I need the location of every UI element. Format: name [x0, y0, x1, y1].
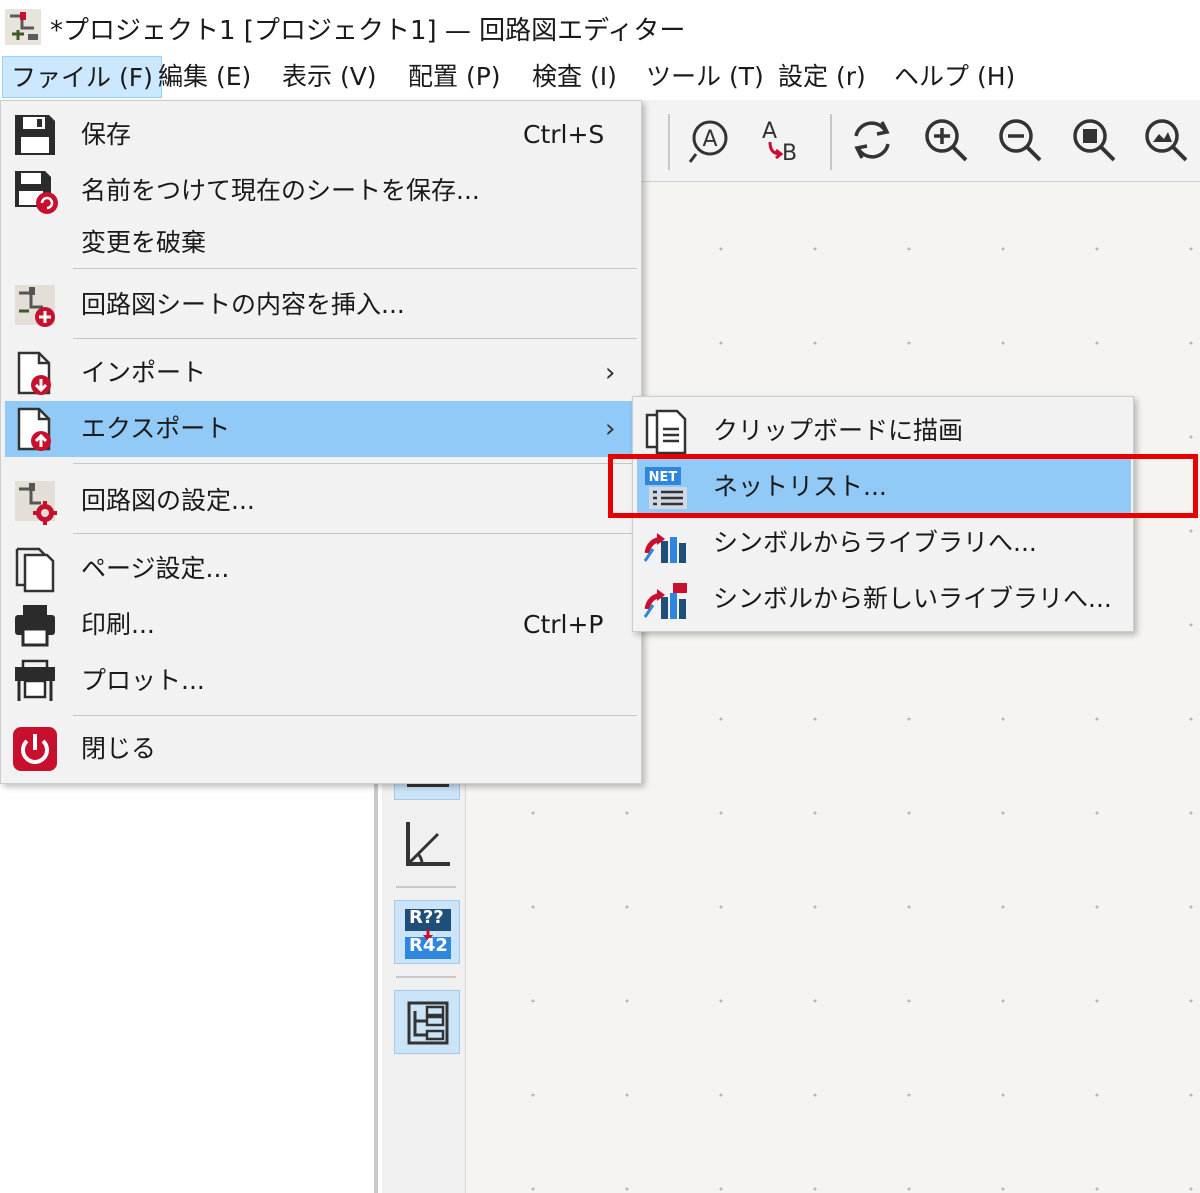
menu-view[interactable]: 表示 (V) — [274, 56, 385, 98]
menu-item-label: クリップボードに描画 — [713, 416, 964, 445]
file-menu-item-insert-sheet[interactable]: 回路図シートの内容を挿入... — [5, 277, 639, 333]
insert-sheet-icon — [15, 285, 55, 327]
menu-item-label: インポート — [81, 358, 207, 387]
import-icon — [17, 351, 51, 395]
hierarchy-icon — [407, 1001, 449, 1045]
file-menu-item-export[interactable]: エクスポート › — [5, 401, 639, 457]
clipboard-icon — [645, 409, 687, 455]
power-icon — [13, 727, 57, 771]
menu-help[interactable]: ヘルプ (H) — [886, 56, 1023, 98]
svg-text:B: B — [782, 141, 797, 166]
menu-inspect[interactable]: 検査 (I) — [524, 56, 625, 98]
symbol-library-icon — [643, 533, 686, 563]
file-menu: 保存 Ctrl+S 名前をつけて現在のシートを保存... 変更を破棄 回路図シー… — [0, 100, 642, 784]
file-menu-item-import[interactable]: インポート › — [5, 345, 639, 401]
file-menu-item-save-as[interactable]: 名前をつけて現在のシートを保存... — [5, 163, 639, 219]
file-menu-item-page-setup[interactable]: ページ設定... — [5, 541, 639, 597]
export-submenu-item-netlist[interactable]: NET ネットリスト... — [637, 459, 1131, 515]
export-submenu-item-symbols-to-library[interactable]: シンボルからライブラリへ... — [637, 515, 1131, 571]
menu-item-label: シンボルから新しいライブラリへ... — [713, 584, 1112, 613]
export-submenu-item-clipboard[interactable]: クリップボードに描画 — [637, 403, 1131, 459]
window-title: *プロジェクト1 [プロジェクト1] — 回路図エディター — [50, 16, 686, 46]
zoom-in-icon[interactable] — [920, 114, 972, 166]
menu-item-shortcut: Ctrl+S — [523, 120, 605, 149]
export-submenu: クリップボードに描画 NET ネットリスト... シンボルからライブラリへ... — [632, 396, 1134, 632]
eeschema-app-icon — [5, 9, 41, 45]
annotate-icon[interactable]: A — [684, 114, 736, 166]
menu-item-label: 回路図シートの内容を挿入... — [81, 290, 405, 319]
submenu-arrow-icon: › — [605, 358, 616, 388]
refresh-icon[interactable] — [846, 114, 898, 166]
schematic-settings-icon — [15, 481, 57, 525]
angle-tool-button[interactable] — [394, 812, 460, 876]
menu-item-label: 閉じる — [81, 734, 157, 763]
export-icon — [17, 407, 51, 451]
menu-item-label: 印刷... — [81, 610, 155, 639]
plot-icon — [15, 659, 55, 701]
toolbar-separator — [668, 114, 670, 170]
zoom-fit-icon[interactable] — [1068, 114, 1120, 166]
annotation-label-bottom: R42 — [409, 935, 448, 956]
toolbar-separator — [830, 114, 832, 170]
file-menu-item-print[interactable]: 印刷... Ctrl+P — [5, 597, 639, 653]
svg-text:A: A — [702, 127, 717, 152]
zoom-objects-icon[interactable] — [1140, 114, 1192, 166]
menu-place[interactable]: 配置 (P) — [400, 56, 509, 98]
toolbar-separator — [396, 976, 456, 978]
menu-edit[interactable]: 編集 (E) — [150, 56, 259, 98]
save-as-icon — [15, 171, 58, 214]
edit-symbol-fields-icon[interactable]: A B — [754, 114, 806, 166]
file-menu-item-plot[interactable]: プロット... — [5, 653, 639, 709]
hierarchy-navigator-button[interactable] — [394, 990, 460, 1054]
file-menu-item-revert[interactable]: 変更を破棄 — [5, 215, 639, 271]
annotate-toggle-button[interactable]: R?? R42 — [394, 900, 460, 964]
menu-separator — [73, 533, 637, 534]
menu-separator — [73, 338, 637, 339]
menu-item-label: ページ設定... — [81, 554, 230, 583]
svg-text:NET: NET — [649, 470, 678, 485]
menu-tools[interactable]: ツール (T) — [638, 56, 772, 98]
main-toolbar: A A B — [640, 100, 1200, 182]
menu-separator — [73, 463, 637, 464]
title-bar: *プロジェクト1 [プロジェクト1] — 回路図エディター — [0, 0, 1200, 52]
menu-item-label: 保存 — [81, 120, 132, 149]
submenu-arrow-icon: › — [605, 414, 616, 444]
file-menu-item-schematic-setup[interactable]: 回路図の設定... — [5, 473, 639, 529]
netlist-icon: NET — [645, 467, 687, 509]
menu-item-label: 変更を破棄 — [81, 228, 207, 257]
menu-item-label: 回路図の設定... — [81, 486, 255, 515]
page-setup-icon — [15, 547, 55, 593]
print-icon — [15, 605, 55, 647]
menu-item-shortcut: Ctrl+P — [523, 610, 604, 639]
file-menu-item-close[interactable]: 閉じる — [5, 721, 639, 777]
menu-item-label: ネットリスト... — [713, 472, 887, 501]
file-menu-item-save[interactable]: 保存 Ctrl+S — [5, 107, 639, 163]
menu-item-label: 名前をつけて現在のシートを保存... — [81, 176, 480, 205]
menu-separator — [73, 268, 637, 269]
menu-file[interactable]: ファイル (F) — [2, 56, 162, 98]
menu-bar: ファイル (F) 編集 (E) 表示 (V) 配置 (P) 検査 (I) ツール… — [0, 52, 1200, 100]
angle-icon — [406, 822, 450, 866]
annotation-label-top: R?? — [409, 907, 444, 928]
zoom-out-icon[interactable] — [994, 114, 1046, 166]
export-submenu-item-symbols-to-new-library[interactable]: シンボルから新しいライブラリへ... — [637, 571, 1131, 627]
menu-separator — [73, 715, 637, 716]
menu-item-label: プロット... — [81, 666, 205, 695]
save-icon — [15, 115, 55, 155]
menu-item-label: エクスポート — [81, 414, 231, 443]
svg-text:A: A — [762, 119, 777, 144]
symbol-new-library-icon — [643, 583, 687, 619]
menu-item-label: シンボルからライブラリへ... — [713, 528, 1037, 557]
menu-preferences[interactable]: 設定 (r) — [770, 56, 874, 98]
toolbar-separator — [396, 886, 456, 888]
